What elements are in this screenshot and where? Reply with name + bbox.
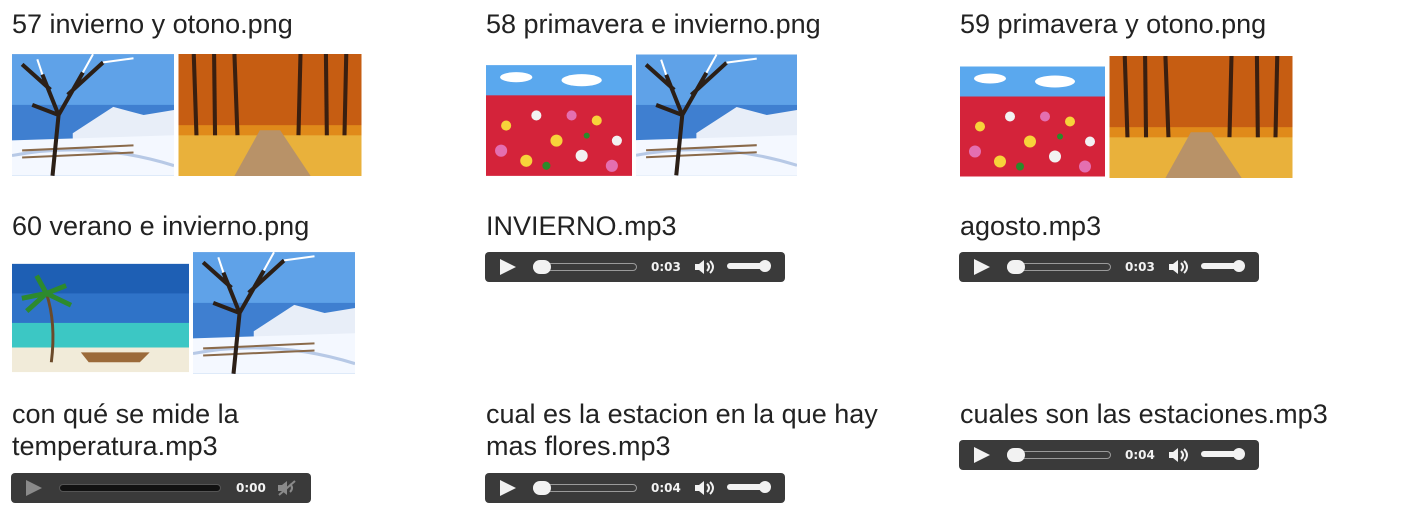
volume-icon[interactable]: [693, 480, 717, 496]
autumn-scene-image: [1109, 56, 1293, 178]
winter-scene-image: [12, 54, 174, 176]
audio-player: 0:00: [11, 473, 311, 503]
volume-slider[interactable]: [727, 260, 771, 272]
file-item: con qué se mide la temperatura.mp3 0:00: [11, 398, 372, 503]
seek-bar[interactable]: [1007, 448, 1111, 462]
beach-scene-image: [12, 262, 189, 374]
file-title[interactable]: INVIERNO.mp3: [486, 210, 926, 242]
file-item: 58 primavera e invierno.png: [486, 8, 926, 184]
volume-handle[interactable]: [759, 481, 771, 493]
volume-slider[interactable]: [1201, 448, 1245, 460]
winter-scene-image: [636, 54, 797, 176]
volume-icon[interactable]: [1167, 259, 1191, 275]
file-item: cuales son las estaciones.mp3 0:04: [959, 398, 1410, 470]
flower-field-image: [486, 65, 632, 176]
file-title[interactable]: agosto.mp3: [960, 210, 1400, 242]
file-item: cual es la estacion en la que hay mas fl…: [485, 398, 926, 503]
autumn-scene-image: [178, 54, 362, 176]
audio-player: 0:04: [959, 440, 1259, 470]
file-title[interactable]: 58 primavera e invierno.png: [486, 8, 926, 40]
seek-bar[interactable]: [533, 260, 637, 274]
file-item: agosto.mp3 0:03: [959, 210, 1400, 282]
time-display: 0:04: [1125, 448, 1155, 462]
audio-player: 0:04: [485, 473, 785, 503]
volume-muted-icon[interactable]: [276, 480, 300, 496]
seek-handle[interactable]: [1007, 260, 1025, 274]
audio-player: 0:03: [485, 252, 785, 282]
volume-slider[interactable]: [1201, 260, 1245, 272]
file-item: INVIERNO.mp3 0:03: [485, 210, 926, 282]
file-title[interactable]: 60 verano e invierno.png: [12, 210, 452, 242]
volume-handle[interactable]: [759, 260, 771, 272]
volume-handle[interactable]: [1233, 260, 1245, 272]
seek-handle[interactable]: [1007, 448, 1025, 462]
play-button[interactable]: [500, 480, 516, 496]
flower-field-image: [960, 66, 1105, 177]
play-button[interactable]: [26, 480, 42, 496]
seek-handle[interactable]: [533, 260, 551, 274]
volume-icon[interactable]: [693, 259, 717, 275]
time-display: 0:03: [1125, 260, 1155, 274]
time-display: 0:00: [236, 481, 266, 495]
file-title[interactable]: con qué se mide la temperatura.mp3: [12, 398, 372, 462]
audio-player: 0:03: [959, 252, 1259, 282]
winter-scene-image: [193, 252, 355, 374]
volume-icon[interactable]: [1167, 447, 1191, 463]
play-button[interactable]: [500, 259, 516, 275]
seek-bar[interactable]: [533, 481, 637, 495]
file-title[interactable]: 59 primavera y otono.png: [960, 8, 1400, 40]
play-button[interactable]: [974, 447, 990, 463]
file-item: 59 primavera y otono.png: [960, 8, 1400, 184]
volume-handle[interactable]: [1233, 448, 1245, 460]
file-item: 57 invierno y otono.png: [12, 8, 452, 184]
play-button[interactable]: [974, 259, 990, 275]
time-display: 0:03: [651, 260, 681, 274]
seek-bar[interactable]: [1007, 260, 1111, 274]
file-item: 60 verano e invierno.png: [12, 210, 452, 382]
seek-handle[interactable]: [533, 481, 551, 495]
volume-slider[interactable]: [727, 481, 771, 493]
time-display: 0:04: [651, 481, 681, 495]
file-title[interactable]: cuales son las estaciones.mp3: [960, 398, 1410, 430]
file-grid: 57 invierno y otono.png 58 primavera e i…: [0, 0, 1419, 520]
file-title[interactable]: 57 invierno y otono.png: [12, 8, 452, 40]
seek-bar[interactable]: [59, 484, 221, 492]
file-title[interactable]: cual es la estacion en la que hay mas fl…: [486, 398, 926, 462]
